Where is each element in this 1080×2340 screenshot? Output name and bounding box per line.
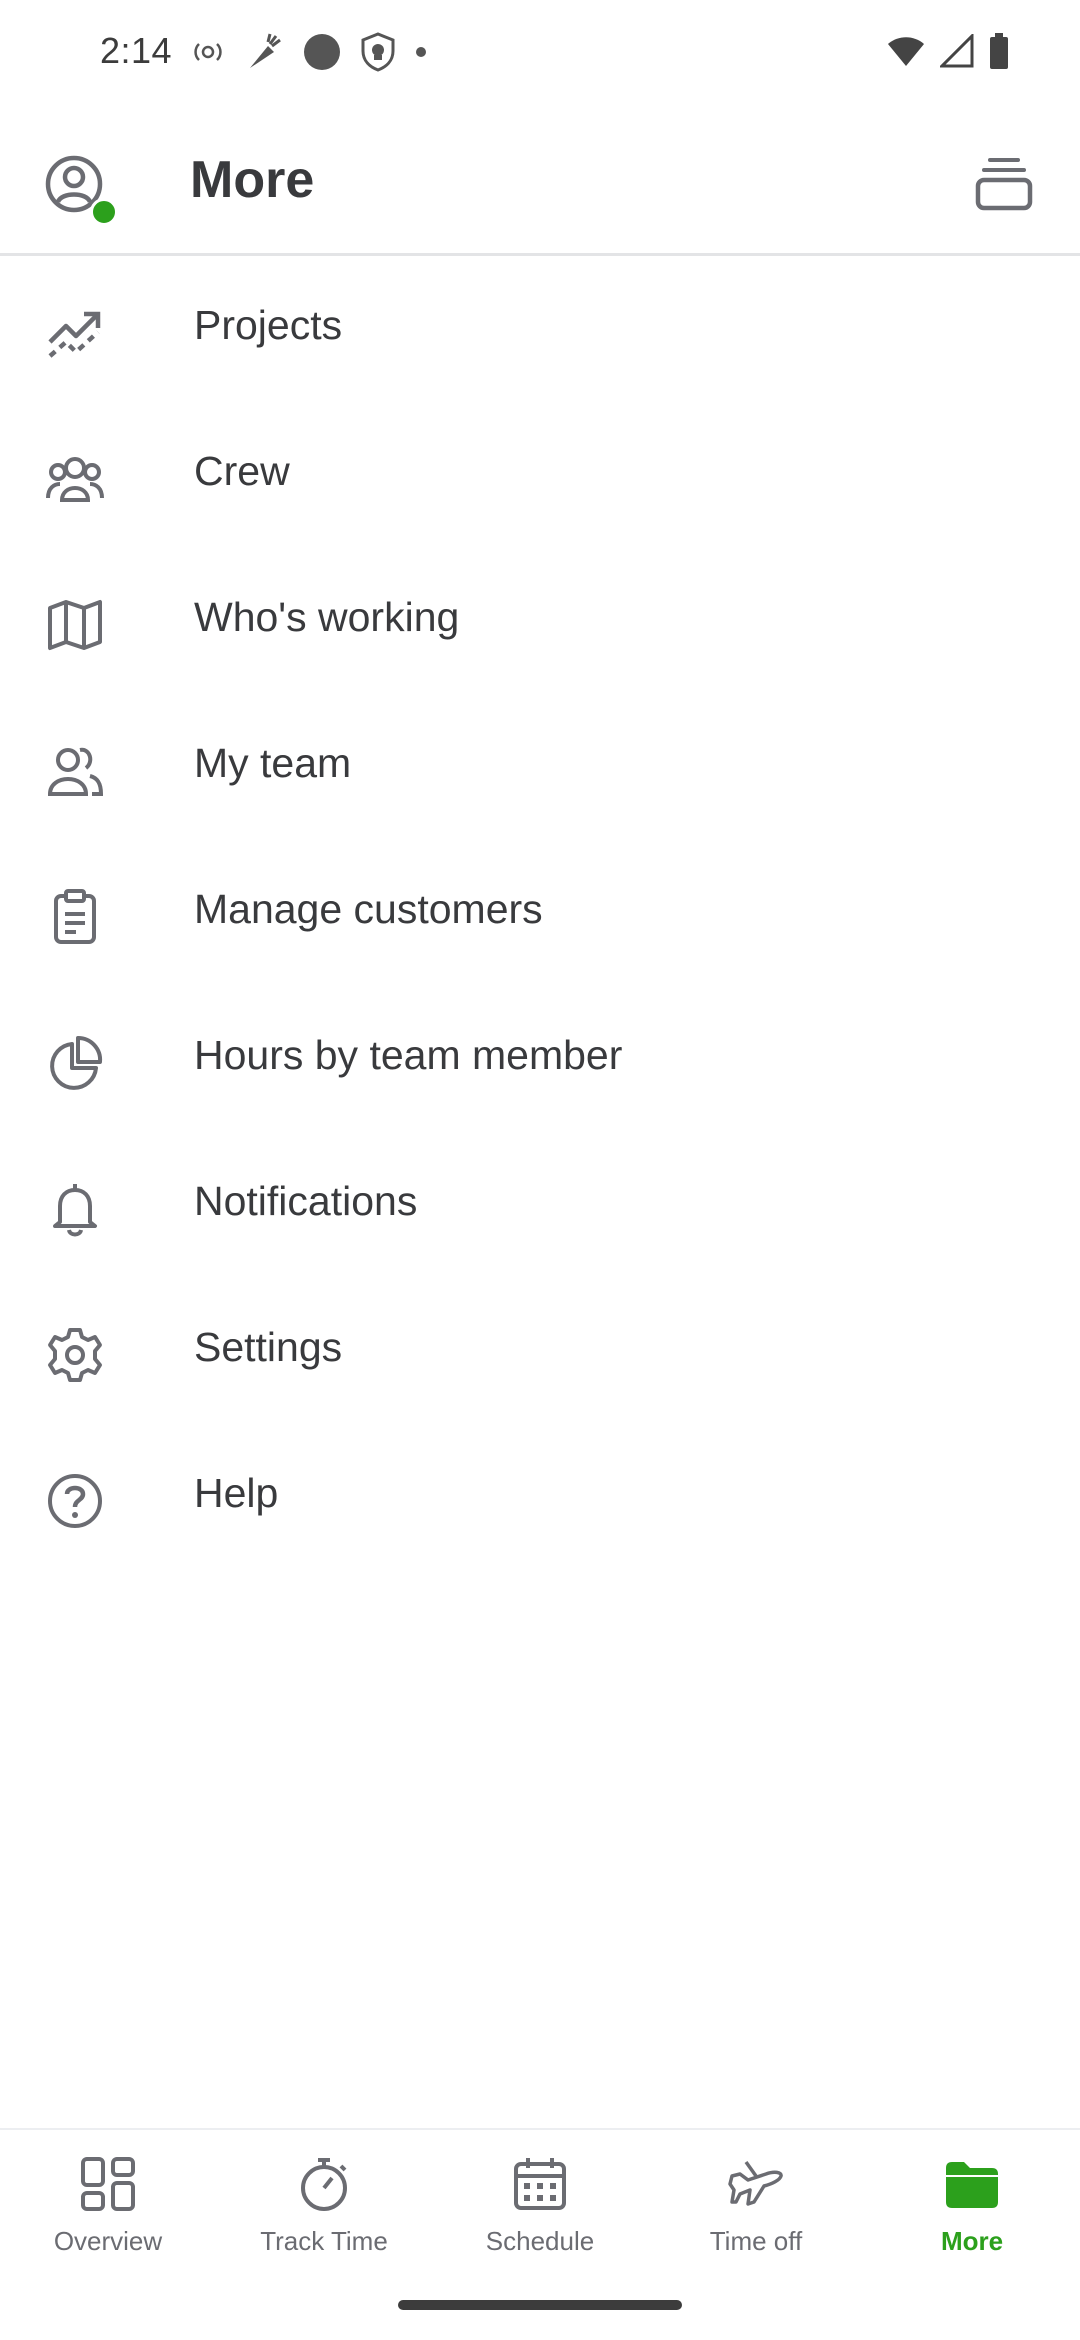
nav-tab-more[interactable]: More [864,2154,1080,2284]
menu-item-projects[interactable]: Projects [0,256,1080,402]
online-status-dot [90,198,118,226]
carrot-icon [244,32,284,72]
menu-item-label: Crew [194,448,290,494]
menu-item-notifications[interactable]: Notifications [0,1132,1080,1278]
status-time: 2:14 [100,30,173,71]
menu-item-label: Settings [194,1324,343,1370]
app-header: More [0,108,1080,256]
menu-item-label: My team [194,740,352,786]
nav-label: Track Time [260,2226,388,2256]
folder-icon [946,2162,998,2208]
menu-item-label: Help [194,1470,279,1516]
grid-icon [81,2157,135,2211]
nav-label: Time off [709,2226,803,2256]
record-icon [302,32,342,72]
crew-icon [46,457,104,502]
nav-tab-overview[interactable]: Overview [0,2154,216,2284]
menu-item-label: Hours by team member [194,1032,623,1078]
page-title: More [190,151,315,209]
menu-item-label: Who's working [194,594,460,640]
menu-item-settings[interactable]: Settings [0,1278,1080,1424]
stack-icon [975,158,1033,211]
clipboard-icon [54,889,96,944]
menu-item-hours-by-team-member[interactable]: Hours by team member [0,986,1080,1132]
menu-item-label: Projects [194,302,343,348]
calendar-icon [514,2158,566,2210]
pie-chart-icon [50,1035,103,1090]
hotspot-icon [190,34,226,70]
airplane-icon [728,2160,783,2206]
wifi-icon [886,34,926,68]
battery-icon [988,32,1010,70]
nav-label: Overview [53,2226,163,2256]
trending-up-icon [48,311,101,358]
map-icon [48,600,102,650]
stack-button[interactable] [974,152,1034,214]
menu-item-label: Manage customers [194,886,543,932]
shield-icon [360,32,396,72]
nav-tab-time-off[interactable]: Time off [648,2154,864,2284]
nav-tab-schedule[interactable]: Schedule [432,2154,648,2284]
menu-item-crew[interactable]: Crew [0,402,1080,548]
gear-icon [48,1328,102,1382]
menu-item-whos-working[interactable]: Who's working [0,548,1080,694]
menu-item-label: Notifications [194,1178,418,1224]
status-right-icons [886,32,1010,70]
menu-item-my-team[interactable]: My team [0,694,1080,840]
dot-icon [414,45,428,59]
stopwatch-icon [301,2158,347,2211]
home-indicator[interactable] [398,2300,682,2310]
cellular-icon [940,34,974,68]
team-icon [47,747,104,796]
nav-label: Schedule [485,2226,595,2256]
status-left-icons [190,32,428,72]
menu-item-help[interactable]: Help [0,1424,1080,1570]
menu-item-manage-customers[interactable]: Manage customers [0,840,1080,986]
more-menu-list: Projects Crew Who's working My team Mana… [0,256,1080,1570]
help-icon [48,1474,102,1528]
bell-icon [53,1184,97,1237]
nav-label: More [940,2226,1004,2256]
status-bar: 2:14 [0,0,1080,108]
nav-tab-track-time[interactable]: Track Time [216,2154,432,2284]
